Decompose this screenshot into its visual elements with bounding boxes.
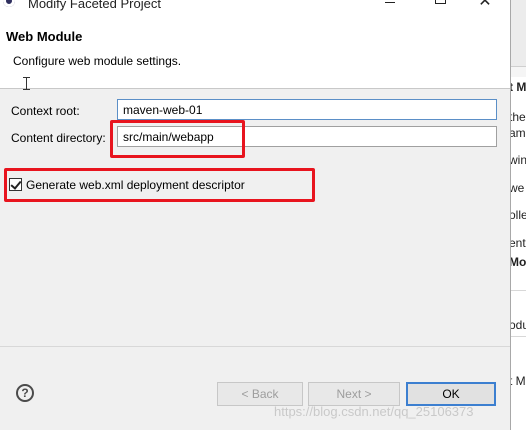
background-text: t Mo [511, 80, 526, 94]
background-window-fragment: t Mo the ami win we olle ent Mo odu t M [511, 0, 526, 430]
background-toolbar [511, 0, 526, 66]
background-text: win [511, 153, 526, 167]
ok-button[interactable]: OK [406, 382, 496, 406]
background-text: olle [511, 208, 526, 222]
next-button[interactable]: Next > [308, 382, 400, 406]
watermark-url: https://blog.csdn.net/qq_25106373 [274, 404, 474, 419]
back-button[interactable]: < Back [217, 382, 303, 406]
generate-web-xml-highlight [4, 168, 315, 202]
maximize-button[interactable] [425, 0, 455, 10]
eclipse-app-icon [3, 0, 15, 7]
window-title: Modify Faceted Project [28, 0, 161, 11]
background-divider [511, 290, 526, 291]
content-directory-highlight [110, 120, 245, 158]
background-text: ent [511, 236, 526, 250]
context-root-label: Context root: [11, 104, 80, 118]
minimize-button[interactable] [375, 0, 405, 10]
background-text: we [511, 181, 525, 195]
footer-divider [0, 346, 510, 347]
background-text: the [511, 110, 526, 124]
background-divider [511, 66, 526, 77]
content-directory-label: Content directory: [11, 131, 106, 145]
text-cursor-icon [23, 77, 30, 90]
help-icon[interactable]: ? [16, 384, 34, 402]
close-button[interactable]: ✕ [470, 0, 500, 10]
page-title: Web Module [6, 29, 83, 44]
background-divider [511, 336, 526, 337]
modify-faceted-project-dialog: Modify Faceted Project ✕ Web Module Conf… [0, 0, 511, 430]
background-text: ami [511, 126, 526, 140]
page-description: Configure web module settings. [13, 54, 182, 68]
background-text: Mo [511, 255, 526, 269]
context-root-input[interactable] [117, 99, 497, 120]
background-text: odu [511, 318, 526, 332]
background-text: t M [511, 374, 526, 388]
title-bar: Modify Faceted Project ✕ [0, 0, 510, 14]
wizard-header: Web Module Configure web module settings… [0, 14, 510, 89]
